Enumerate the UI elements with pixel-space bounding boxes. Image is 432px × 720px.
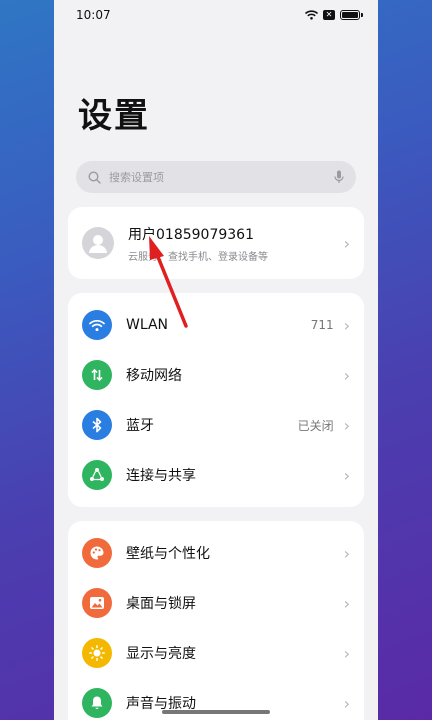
status-icons: ✕	[305, 10, 363, 20]
row-label: 连接与共享	[126, 468, 196, 484]
chevron-right-icon: ›	[343, 543, 350, 563]
row-label: 壁纸与个性化	[126, 546, 210, 562]
chevron-right-icon: ›	[343, 415, 350, 435]
account-name: 用户01859079361	[128, 226, 254, 243]
row-wallpaper-personalization[interactable]: 壁纸与个性化 ›	[68, 528, 364, 578]
row-label: WLAN	[126, 317, 169, 333]
battery-icon	[340, 10, 363, 20]
user-avatar-icon	[89, 235, 107, 253]
chevron-right-icon: ›	[343, 593, 350, 613]
notification-badge-icon: ✕	[323, 10, 335, 20]
chevron-right-icon: ›	[343, 693, 350, 713]
settings-screen: 10:07 ✕ 设置 搜索设置项 用户01859079361 云服务、查找手机、…	[54, 0, 378, 720]
row-label: 移动网络	[126, 368, 182, 384]
chevron-right-icon: ›	[343, 233, 350, 253]
row-bluetooth[interactable]: 蓝牙 已关闭 ›	[68, 400, 364, 450]
personalization-group: 壁纸与个性化 › 桌面与锁屏 › 显示与亮度 › 声音与振动 ›	[68, 521, 364, 720]
bluetooth-icon	[82, 410, 112, 440]
status-bar: 10:07 ✕	[54, 0, 378, 30]
chevron-right-icon: ›	[343, 315, 350, 335]
connectivity-group: WLAN 711 › 移动网络 › 蓝牙 已关闭 › 连接与共享 ›	[68, 293, 364, 507]
wallpaper-icon	[82, 588, 112, 618]
row-mobile-network[interactable]: 移动网络 ›	[68, 350, 364, 400]
account-subtitle: 云服务、查找手机、登录设备等	[128, 251, 268, 263]
chevron-right-icon: ›	[343, 365, 350, 385]
search-icon	[88, 170, 101, 184]
wifi-icon	[82, 310, 112, 340]
microphone-icon[interactable]	[334, 170, 344, 184]
palette-icon	[82, 538, 112, 568]
account-card[interactable]: 用户01859079361 云服务、查找手机、登录设备等 ›	[68, 207, 364, 279]
row-label: 桌面与锁屏	[126, 596, 196, 612]
search-bar[interactable]: 搜索设置项	[76, 161, 356, 193]
bell-icon	[82, 688, 112, 718]
home-indicator[interactable]	[162, 710, 270, 714]
chevron-right-icon: ›	[343, 465, 350, 485]
status-time: 10:07	[76, 8, 111, 22]
share-icon	[82, 460, 112, 490]
wifi-status-icon	[305, 10, 318, 20]
sun-icon	[82, 638, 112, 668]
avatar	[82, 227, 114, 259]
search-placeholder: 搜索设置项	[109, 171, 164, 184]
row-value: 已关闭	[297, 418, 334, 433]
page-title: 设置	[78, 96, 150, 136]
row-display-brightness[interactable]: 显示与亮度 ›	[68, 628, 364, 678]
chevron-right-icon: ›	[343, 643, 350, 663]
row-wlan[interactable]: WLAN 711 ›	[68, 300, 364, 350]
row-connection-sharing[interactable]: 连接与共享 ›	[68, 450, 364, 500]
mobile-data-icon	[82, 360, 112, 390]
row-label: 蓝牙	[126, 418, 154, 434]
row-desktop-lockscreen[interactable]: 桌面与锁屏 ›	[68, 578, 364, 628]
row-label: 显示与亮度	[126, 646, 196, 662]
row-value: 711	[310, 318, 334, 332]
